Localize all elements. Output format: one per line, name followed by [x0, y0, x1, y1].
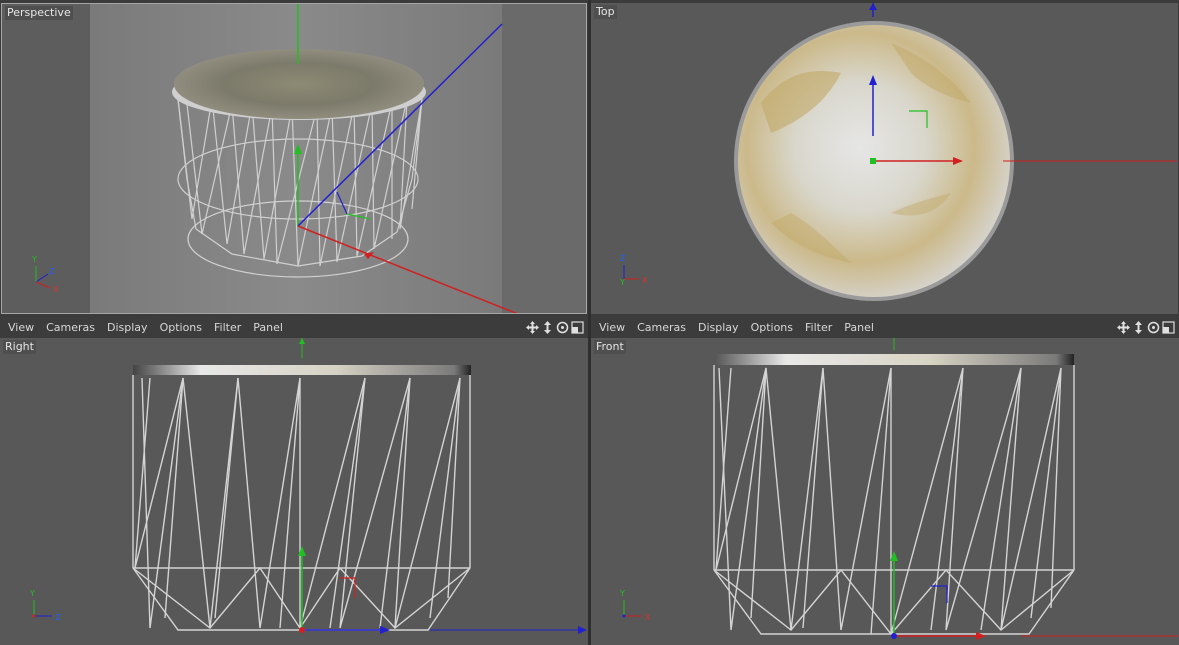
table-top: [714, 354, 1074, 365]
right-viewport[interactable]: Y Z Right: [0, 338, 588, 645]
menu-filter[interactable]: Filter: [208, 321, 247, 334]
menu-cameras[interactable]: Cameras: [631, 321, 692, 334]
svg-text:Y: Y: [619, 589, 625, 598]
maximize-view-icon[interactable]: [1162, 321, 1175, 334]
axis-gizmo: Y X: [619, 589, 651, 622]
axis-gizmo: Z Y X: [619, 254, 648, 287]
svg-text:Y: Y: [31, 255, 37, 264]
maximize-view-icon[interactable]: [571, 321, 584, 334]
viewport-menubar: View Cameras Display Options Filter Pane…: [0, 317, 588, 338]
svg-text:Y: Y: [29, 589, 35, 598]
svg-text:X: X: [642, 276, 648, 285]
svg-text:X: X: [53, 285, 59, 294]
pan-view-icon[interactable]: [1132, 321, 1145, 334]
svg-text:Z: Z: [49, 267, 55, 276]
move-view-icon[interactable]: [526, 321, 539, 334]
view-nav-icons: [526, 321, 588, 334]
menu-display[interactable]: Display: [692, 321, 745, 334]
menu-view[interactable]: View: [591, 321, 631, 334]
svg-text:X: X: [645, 613, 651, 622]
rotate-view-icon[interactable]: [1147, 321, 1160, 334]
viewport-label[interactable]: Top: [594, 5, 617, 19]
menu-panel[interactable]: Panel: [838, 321, 880, 334]
view-nav-icons: [1117, 321, 1179, 334]
top-scene: Z Y X: [619, 3, 1177, 301]
menu-options[interactable]: Options: [154, 321, 208, 334]
menu-view[interactable]: View: [0, 321, 40, 334]
perspective-viewport[interactable]: Y Z X Perspective: [1, 3, 587, 314]
pan-view-icon[interactable]: [541, 321, 554, 334]
move-view-icon[interactable]: [1117, 321, 1130, 334]
menu-options[interactable]: Options: [745, 321, 799, 334]
menu-cameras[interactable]: Cameras: [40, 321, 101, 334]
table-top: [133, 365, 471, 375]
viewport-label[interactable]: Right: [3, 340, 36, 354]
rotate-view-icon[interactable]: [556, 321, 569, 334]
viewport-label[interactable]: Perspective: [5, 6, 73, 20]
svg-text:Y: Y: [619, 278, 625, 287]
axis-gizmo: Y Z: [29, 589, 61, 622]
front-scene: Y X: [619, 338, 1178, 640]
viewport-label[interactable]: Front: [594, 340, 626, 354]
table-top: [174, 49, 424, 119]
menu-display[interactable]: Display: [101, 321, 154, 334]
viewport-menubar: View Cameras Display Options Filter Pane…: [591, 317, 1179, 338]
perspective-scene: Y Z X: [2, 4, 586, 313]
svg-text:Z: Z: [620, 254, 626, 263]
right-scene: Y Z: [29, 338, 587, 634]
svg-text:Z: Z: [55, 613, 61, 622]
top-viewport[interactable]: Z Y X Top: [591, 3, 1178, 314]
menu-filter[interactable]: Filter: [799, 321, 838, 334]
menu-panel[interactable]: Panel: [247, 321, 289, 334]
front-viewport[interactable]: Y X Front: [591, 338, 1179, 645]
